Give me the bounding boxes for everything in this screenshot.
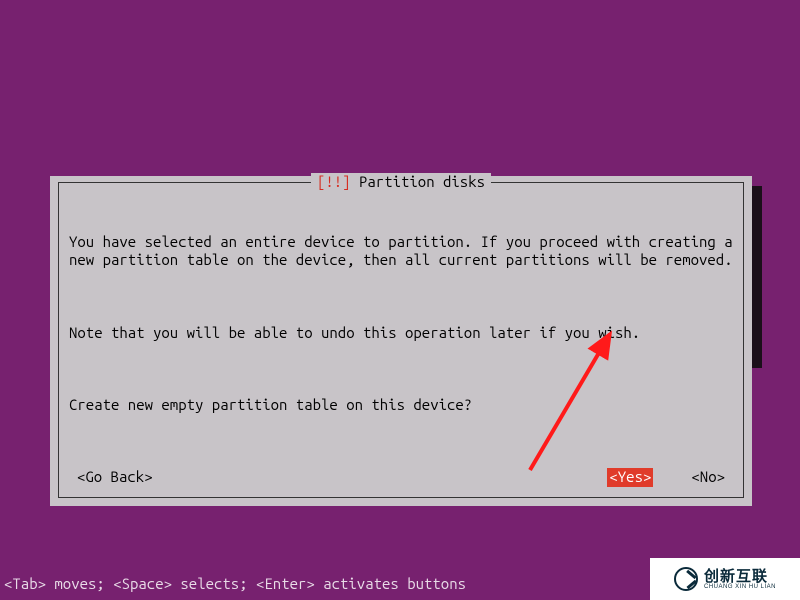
logo-mark-icon bbox=[674, 567, 698, 591]
dialog-title-text: Partition disks bbox=[359, 173, 485, 190]
logo-cn: 创新互联 bbox=[704, 569, 776, 584]
dialog-button-row: <Go Back> <Yes> <No> bbox=[69, 468, 733, 487]
alert-marker: [!!] bbox=[317, 173, 351, 190]
dialog-question: Create new empty partition table on this… bbox=[69, 396, 733, 415]
dialog-paragraph-1: You have selected an entire device to pa… bbox=[69, 233, 733, 271]
dialog-frame: [!!] Partition disks You have selected a… bbox=[58, 182, 744, 498]
logo-en: CHUANG XIN HU LIAN bbox=[704, 584, 776, 590]
logo-text: 创新互联 CHUANG XIN HU LIAN bbox=[704, 569, 776, 590]
gap bbox=[653, 468, 689, 487]
partition-dialog: [!!] Partition disks You have selected a… bbox=[50, 176, 752, 506]
keybinding-hint: <Tab> moves; <Space> selects; <Enter> ac… bbox=[4, 575, 466, 594]
watermark-logo: 创新互联 CHUANG XIN HU LIAN bbox=[650, 558, 800, 600]
dialog-paragraph-2: Note that you will be able to undo this … bbox=[69, 324, 733, 343]
go-back-button[interactable]: <Go Back> bbox=[75, 468, 155, 487]
yes-button[interactable]: <Yes> bbox=[607, 468, 653, 487]
dialog-body: You have selected an entire device to pa… bbox=[69, 195, 733, 452]
dialog-title: [!!] Partition disks bbox=[311, 173, 491, 192]
no-button[interactable]: <No> bbox=[689, 468, 727, 487]
spacer bbox=[155, 468, 608, 487]
